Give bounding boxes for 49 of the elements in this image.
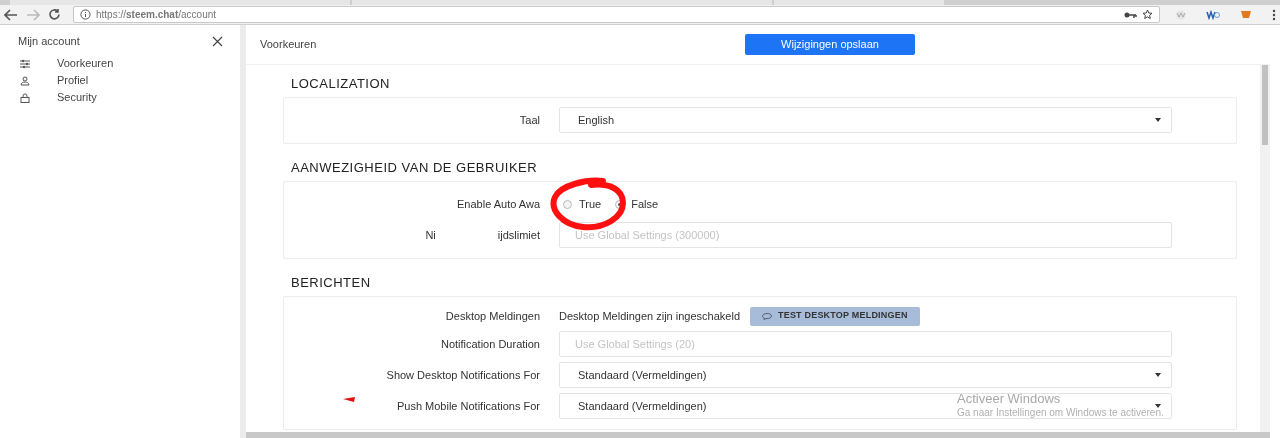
lock-icon <box>19 92 31 103</box>
sidebar-item[interactable]: Security <box>0 89 240 106</box>
sidebar-item[interactable]: Voorkeuren <box>0 55 240 72</box>
address-bar[interactable]: https://steem.chat/account <box>73 6 1160 23</box>
annotation-mark <box>342 396 356 403</box>
key-icon[interactable] <box>1124 10 1137 19</box>
section-heading: AANWEZIGHEID VAN DE GEBRUIKER <box>290 159 539 178</box>
reload-icon[interactable] <box>48 8 61 21</box>
field-label: Show Desktop Notifications For <box>386 367 540 383</box>
select-field[interactable]: Standaard (Vermeldingen) <box>559 362 1172 388</box>
horizontal-scrollbar[interactable] <box>246 432 1270 438</box>
field-label: Desktop Meldingen <box>445 308 540 324</box>
input-field[interactable]: Use Global Settings (300000) <box>559 222 1172 248</box>
caret-icon <box>1155 118 1161 122</box>
field-label: Push Mobile Notifications For <box>396 398 540 414</box>
chat-bubble-icon <box>762 312 772 320</box>
field-label: Notification Duration <box>440 336 540 352</box>
close-icon[interactable] <box>212 35 223 47</box>
caret-icon <box>1155 404 1161 408</box>
info-icon <box>80 9 91 20</box>
back-icon[interactable] <box>4 8 18 21</box>
test-notifications-button[interactable]: TEST DESKTOP MELDINGEN <box>750 306 920 326</box>
menu-icon[interactable] <box>1272 8 1276 21</box>
scrollbar-thumb[interactable] <box>1262 65 1268 145</box>
status-text: Desktop Meldingen zijn ingeschakeld <box>559 308 740 324</box>
forward-icon[interactable] <box>26 8 40 21</box>
field-label: Enable Auto Awa <box>457 196 540 212</box>
sidebar-title: Mijn account <box>18 33 80 49</box>
star-icon[interactable] <box>1142 9 1153 20</box>
radio-option[interactable]: True <box>563 195 602 213</box>
save-button[interactable]: Wijzigingen opslaan <box>745 34 915 55</box>
sliders-icon <box>19 58 31 69</box>
url-text: https://steem.chat/account <box>96 8 217 22</box>
watermark-title: Activeer Windows <box>957 392 1061 406</box>
extension-icon[interactable] <box>1240 10 1252 19</box>
caret-icon <box>1155 373 1161 377</box>
person-icon <box>19 75 31 86</box>
extension-icon[interactable] <box>1206 9 1220 20</box>
select-field[interactable]: English <box>559 107 1172 133</box>
watermark-subtitle: Ga naar Instellingen om Windows te activeren. <box>957 406 1164 419</box>
section-heading: BERICHTEN <box>290 274 372 293</box>
page-title: Voorkeuren <box>260 37 318 53</box>
field-label: Taal <box>519 112 540 128</box>
field-label: Ni <box>425 227 436 243</box>
sidebar-item[interactable]: Profiel <box>0 72 240 89</box>
radio-option[interactable]: False <box>615 195 659 213</box>
input-field[interactable]: Use Global Settings (20) <box>559 331 1172 357</box>
field-label: ijdslimiet <box>497 227 540 243</box>
section-heading: LOCALIZATION <box>290 75 391 94</box>
